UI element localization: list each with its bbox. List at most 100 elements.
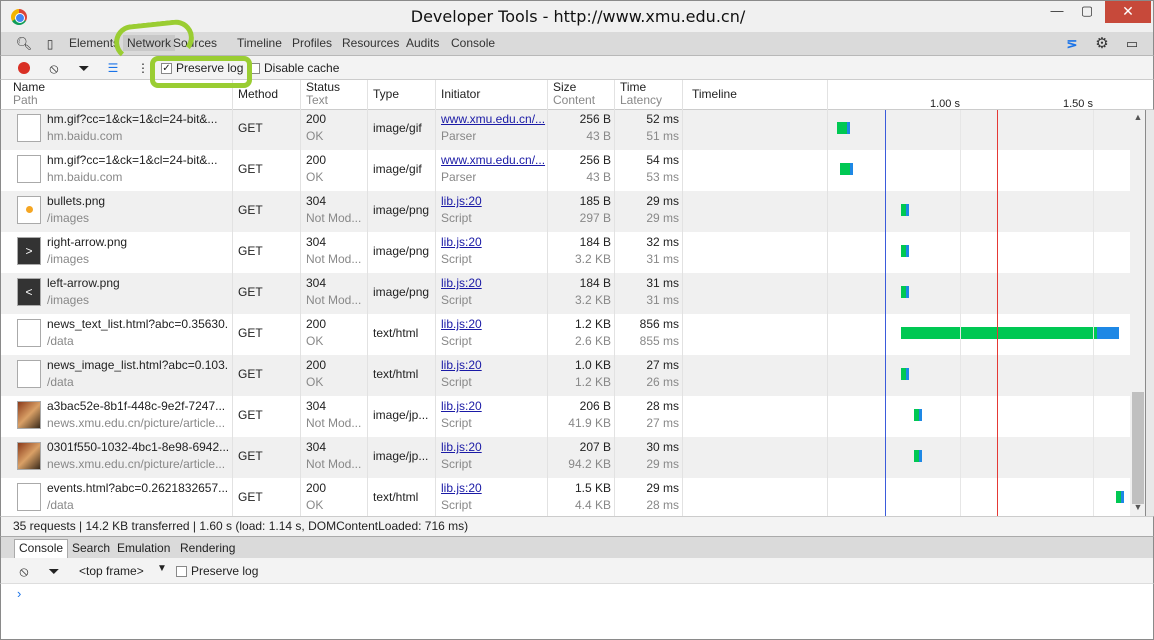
tab-timeline[interactable]: Timeline (237, 36, 282, 50)
request-name[interactable]: news_image_list.html?abc=0.103... (47, 359, 229, 372)
request-initiator-link[interactable]: lib.js:20 (441, 236, 547, 249)
timeline-bar-download (906, 286, 909, 298)
request-path: /images (47, 253, 90, 266)
maximize-icon[interactable]: ▢ (1073, 1, 1101, 23)
scroll-down-icon[interactable]: ▼ (1130, 502, 1146, 512)
request-content-size: 3.2 KB (574, 294, 611, 307)
tab-console[interactable]: Console (451, 36, 495, 50)
record-icon[interactable] (18, 62, 30, 74)
console-preserve-log-checkbox[interactable]: Preserve log (176, 564, 258, 578)
frame-dropdown-icon[interactable]: ▼ (157, 563, 167, 574)
load-marker (997, 110, 998, 516)
request-name[interactable]: a3bac52e-8b1f-448c-9e2f-7247... (47, 400, 229, 413)
request-latency: 31 ms (646, 294, 679, 307)
request-status: 200 (306, 482, 327, 495)
request-latency: 26 ms (646, 376, 679, 389)
show-drawer-icon[interactable]: ⋝ (1063, 35, 1081, 53)
request-status-text: Not Mod... (306, 417, 362, 430)
request-initiator-link[interactable]: lib.js:20 (441, 482, 547, 495)
tab-profiles[interactable]: Profiles (292, 36, 332, 50)
request-type: image/jp... (373, 409, 429, 422)
clear-icon[interactable]: ⦸ (46, 60, 62, 76)
request-initiator-link[interactable]: lib.js:20 (441, 277, 547, 290)
device-mode-icon[interactable]: ▯ (41, 35, 59, 53)
disable-cache-checkbox[interactable]: Disable cache (249, 61, 339, 75)
console-preserve-log-label: Preserve log (191, 564, 259, 578)
request-name[interactable]: 0301f550-1032-4bc1-8e98-6942... (47, 441, 229, 454)
scroll-up-icon[interactable]: ▲ (1130, 112, 1146, 122)
header-size[interactable]: Size Content (553, 81, 595, 107)
request-name[interactable]: hm.gif?cc=1&ck=1&cl=24-bit&... (47, 113, 229, 126)
request-name[interactable]: left-arrow.png (47, 277, 229, 290)
timeline-bar[interactable] (901, 286, 909, 298)
tab-resources[interactable]: Resources (342, 36, 399, 50)
header-status[interactable]: Status Text (306, 81, 340, 107)
drawer-tab-search[interactable]: Search (72, 541, 110, 555)
timeline-bar[interactable] (837, 122, 850, 134)
scrollbar-thumb[interactable] (1132, 392, 1144, 504)
request-content-size: 41.9 KB (568, 417, 611, 430)
request-name[interactable]: news_text_list.html?abc=0.35630... (47, 318, 229, 331)
overview-icon[interactable]: ⋮ (135, 60, 151, 76)
header-time[interactable]: Time Latency (620, 81, 662, 107)
timeline-bar[interactable] (901, 368, 909, 380)
console-filter-icon[interactable]: ⏷ (46, 563, 62, 579)
request-content-size: 94.2 KB (568, 458, 611, 471)
header-method[interactable]: Method (238, 88, 278, 101)
timeline-bar-download (1097, 327, 1119, 339)
close-icon[interactable]: ✕ (1105, 1, 1151, 23)
inspect-search-icon[interactable]: 🔍︎ (15, 35, 33, 53)
drawer-tab-console[interactable]: Console (14, 539, 69, 559)
request-type: text/html (373, 491, 419, 504)
header-initiator[interactable]: Initiator (441, 88, 480, 101)
large-rows-icon[interactable]: ☰ (105, 60, 121, 76)
request-initiator-link[interactable]: www.xmu.edu.cn/... (441, 113, 547, 126)
header-timeline[interactable]: Timeline (692, 88, 737, 101)
header-name[interactable]: Name Path (13, 81, 45, 107)
request-name[interactable]: right-arrow.png (47, 236, 229, 249)
dock-side-icon[interactable]: ▭ (1123, 35, 1141, 53)
network-summary: 35 requests | 14.2 KB transferred | 1.60… (0, 516, 1154, 536)
timeline-bar-download (919, 450, 922, 462)
request-latency: 29 ms (646, 212, 679, 225)
request-type: image/png (373, 204, 430, 217)
col-divider (300, 80, 301, 516)
drawer-tabbar: Console Search Emulation Rendering (0, 536, 1154, 559)
request-status: 200 (306, 154, 327, 167)
request-status-text: Not Mod... (306, 458, 362, 471)
request-name[interactable]: bullets.png (47, 195, 229, 208)
header-type[interactable]: Type (373, 88, 399, 101)
frame-selector[interactable]: <top frame> (79, 564, 144, 578)
request-name[interactable]: hm.gif?cc=1&ck=1&cl=24-bit&... (47, 154, 229, 167)
timeline-gridline (960, 110, 961, 516)
request-list-scrollbar[interactable]: ▲ ▼ (1130, 110, 1146, 516)
request-initiator-link[interactable]: lib.js:20 (441, 318, 547, 331)
console-clear-icon[interactable]: ⦸ (16, 563, 32, 579)
timeline-bar[interactable] (901, 204, 909, 216)
request-initiator-link[interactable]: lib.js:20 (441, 195, 547, 208)
request-initiator-type: Script (441, 253, 472, 266)
request-initiator-link[interactable]: www.xmu.edu.cn/... (441, 154, 547, 167)
console-input-area[interactable]: › (0, 584, 1154, 640)
timeline-bar[interactable] (914, 409, 922, 421)
filter-icon[interactable]: ⏷ (76, 60, 92, 76)
timeline-bar[interactable] (901, 327, 1119, 339)
timeline-bar[interactable] (1116, 491, 1124, 503)
request-initiator-link[interactable]: lib.js:20 (441, 400, 547, 413)
request-status: 200 (306, 359, 327, 372)
request-initiator-link[interactable]: lib.js:20 (441, 441, 547, 454)
timeline-bar[interactable] (901, 245, 909, 257)
tab-audits[interactable]: Audits (406, 36, 439, 50)
drawer-tab-emulation[interactable]: Emulation (117, 541, 170, 555)
timeline-bar[interactable] (840, 163, 853, 175)
timeline-bar[interactable] (914, 450, 922, 462)
request-name[interactable]: events.html?abc=0.2621832657... (47, 482, 229, 495)
minimize-icon[interactable]: — (1043, 1, 1071, 23)
request-initiator-type: Script (441, 335, 472, 348)
tab-elements[interactable]: Elements (69, 36, 119, 50)
settings-gear-icon[interactable]: ⚙ (1093, 35, 1111, 53)
left-arrow-image-icon: < (17, 278, 41, 306)
request-initiator-type: Parser (441, 130, 477, 143)
request-initiator-link[interactable]: lib.js:20 (441, 359, 547, 372)
drawer-tab-rendering[interactable]: Rendering (180, 541, 235, 555)
